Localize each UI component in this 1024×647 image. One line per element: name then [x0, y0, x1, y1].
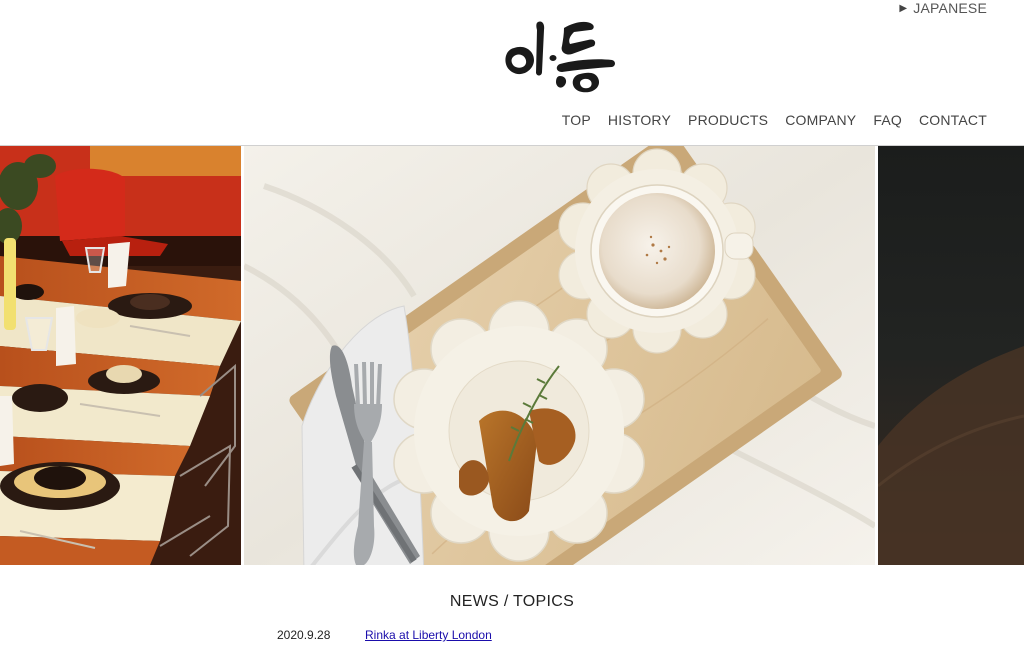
- brand-logo-icon[interactable]: [500, 14, 618, 98]
- dark-wood-photo: [878, 146, 1024, 565]
- news-section-title: NEWS / TOPICS: [449, 593, 575, 610]
- nav-top[interactable]: TOP: [562, 112, 591, 128]
- language-switch-link[interactable]: ▶ JAPANESE: [899, 0, 987, 16]
- hero-slider[interactable]: [0, 146, 1024, 565]
- nav-faq[interactable]: FAQ: [873, 112, 902, 128]
- news-item-date: 2020.9.28: [277, 628, 331, 642]
- play-triangle-icon: ▶: [899, 2, 908, 14]
- nav-contact[interactable]: CONTACT: [919, 112, 987, 128]
- tray-photo: [244, 146, 875, 565]
- hero-slide-restaurant[interactable]: [0, 146, 241, 565]
- nav-history[interactable]: HISTORY: [608, 112, 671, 128]
- news-item-link[interactable]: Rinka at Liberty London: [365, 628, 492, 642]
- news-item: 2020.9.28 Rinka at Liberty London: [277, 628, 492, 642]
- main-nav: TOP HISTORY PRODUCTS COMPANY FAQ CONTACT: [562, 112, 987, 128]
- hero-slide-tray[interactable]: [244, 146, 875, 565]
- restaurant-photo: [0, 146, 241, 565]
- nav-company[interactable]: COMPANY: [785, 112, 856, 128]
- nav-products[interactable]: PRODUCTS: [688, 112, 768, 128]
- hero-slide-dark-wood[interactable]: [878, 146, 1024, 565]
- language-switch-label: JAPANESE: [913, 0, 987, 16]
